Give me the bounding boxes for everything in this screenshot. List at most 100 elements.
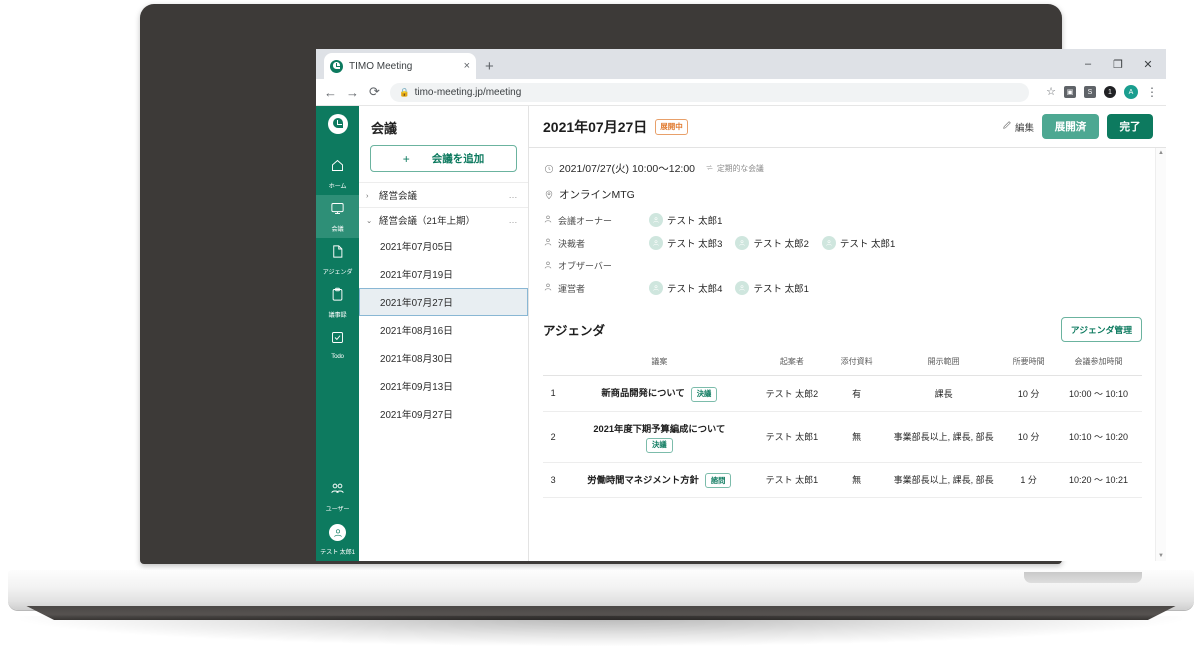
bookmark-star-icon[interactable]: ☆ [1046,86,1056,98]
cell-attachment: 有 [828,375,885,412]
document-icon [330,244,345,264]
nav-rail: ホーム 会議 アジェンダ 議事録 Todo ユーザー テスト 太郎1 [316,106,359,561]
role-row-approvers: 決裁者 テスト 太郎3 テスト 太郎2 テスト 太郎1 [543,236,1142,250]
group-menu-icon[interactable]: … [509,215,519,225]
user-avatar [329,524,346,541]
nav-item-agenda[interactable]: アジェンダ [316,238,359,281]
person-name: テスト 太郎2 [753,239,809,250]
scroll-up-icon[interactable]: ▲ [1158,148,1164,158]
scroll-down-icon[interactable]: ▼ [1158,551,1164,561]
agenda-manage-button[interactable]: アジェンダ管理 [1060,317,1142,342]
list-item-selected[interactable]: 2021年07月27日 [359,288,528,316]
cell-no: 1 [543,375,564,412]
cell-topic: 労働時間マネジメント方針 諮問 [563,462,756,498]
agenda-title: アジェンダ [543,324,606,338]
extension-count-icon[interactable]: 1 [1104,86,1116,98]
close-icon[interactable]: × [464,60,470,72]
cell-time: 10:00 〜 10:10 [1054,375,1142,412]
role-row-owner: 会議オーナー テスト 太郎1 [543,213,1142,227]
nav-label-current-user: テスト 太郎1 [320,549,355,556]
nav-item-current-user[interactable]: テスト 太郎1 [316,518,359,561]
laptop-lid: TIMO Meeting × + – ❐ ✕ ← → ⟳ 🔒 timo-meet… [140,4,1166,564]
col-header-no [543,352,564,376]
add-meeting-label: 会議を追加 [431,153,485,165]
address-bar[interactable]: 🔒 timo-meeting.jp/meeting [390,82,1030,102]
expanded-button[interactable]: 展開済 [1042,114,1099,139]
complete-button[interactable]: 完了 [1107,114,1153,139]
laptop-shadow [20,616,1182,646]
url-text: timo-meeting.jp/meeting [414,86,522,98]
laptop-base [8,570,1194,610]
extension-s-icon[interactable]: S [1084,86,1096,98]
content-inner: 2021/07/27(火) 10:00〜12:00 定期的な会議 オンラインMT… [529,148,1166,498]
person-name: テスト 太郎1 [839,239,896,250]
window-close-icon[interactable]: ✕ [1134,53,1162,75]
agenda-table-body: 1 新商品開発について 決議 テスト 太郎2 有 課長 10 分 10:00 〜… [543,375,1142,498]
content-header: 2021年07月27日 展開中 編集 展開済 完了 [529,106,1166,148]
timo-favicon-icon [330,59,343,73]
browser-tab[interactable]: TIMO Meeting × [324,53,476,79]
col-header-scope: 開示範囲 [884,352,1003,376]
person-chip: テスト 太郎1 [735,281,809,295]
person-name: テスト 太郎1 [667,216,723,227]
person-icon [543,282,553,294]
cell-time: 10:10 〜 10:20 [1054,411,1142,463]
person-name: テスト 太郎1 [753,284,809,295]
minimize-icon[interactable]: – [1074,53,1102,75]
back-icon[interactable]: ← [324,85,337,100]
panel-title: 会議 [371,121,398,136]
table-row[interactable]: 1 新商品開発について 決議 テスト 太郎2 有 課長 10 分 10:00 〜… [543,375,1142,412]
role-row-organizers: 運営者 テスト 太郎4 テスト 太郎1 [543,281,1142,295]
edit-button[interactable]: 編集 [1002,120,1034,134]
app-root: ホーム 会議 アジェンダ 議事録 Todo ユーザー テスト 太郎1 会議 + … [316,106,1166,561]
list-item[interactable]: 2021年07月05日 [359,232,528,260]
role-row-observers: オブザーバー [543,259,1142,272]
topic-text: 労働時間マネジメント方針 [587,474,699,485]
new-tab-button[interactable]: + [485,58,494,75]
chevron-right-icon: › [366,190,369,200]
browser-menu-icon[interactable]: ⋮ [1146,86,1158,98]
main-content: 2021年07月27日 展開中 編集 展開済 完了 2021/07/27(火) … [529,106,1166,561]
recurring-label: 定期的な会議 [717,164,764,173]
role-label: 運営者 [543,282,649,295]
cell-duration: 10 分 [1002,375,1055,412]
toolbar-icons: ☆ ▣ S 1 A ⋮ [1038,85,1158,99]
col-header-time: 会議参加時間 [1054,352,1142,376]
cell-topic: 新商品開発について 決議 [563,375,756,412]
nav-item-todo[interactable]: Todo [316,324,359,365]
cell-owner: テスト 太郎1 [755,411,829,463]
meeting-group-collapsed[interactable]: › 経営会議 … [359,182,528,207]
vertical-scrollbar[interactable]: ▲ ▼ [1155,148,1166,561]
table-row[interactable]: 2 2021年度下期予算編成について 決議 テスト 太郎1 無 事業部長以上, 課… [543,411,1142,463]
table-row[interactable]: 3 労働時間マネジメント方針 諮問 テスト 太郎1 無 事業部長以上, 課長, 部… [543,462,1142,498]
cell-scope: 課長 [884,375,1003,412]
extension-icon[interactable]: ▣ [1064,86,1076,98]
person-name: テスト 太郎4 [667,284,723,295]
role-people: テスト 太郎1 [649,213,722,227]
group-menu-icon[interactable]: … [509,190,519,200]
nav-item-home[interactable]: ホーム [316,152,359,195]
nav-item-users[interactable]: ユーザー [316,475,359,518]
agenda-table: 議案 起案者 添付資料 開示範囲 所要時間 会議参加時間 1 新商品開発について… [543,352,1142,498]
list-item[interactable]: 2021年09月27日 [359,400,528,428]
profile-avatar[interactable]: A [1124,85,1138,99]
nav-label-meeting: 会議 [331,226,344,233]
recurring-indicator: 定期的な会議 [705,163,764,175]
screen: TIMO Meeting × + – ❐ ✕ ← → ⟳ 🔒 timo-meet… [316,49,1166,561]
maximize-icon[interactable]: ❐ [1104,53,1132,75]
forward-icon[interactable]: → [346,85,359,100]
meeting-group-expanded[interactable]: ⌄ 経営会議（21年上期） … [359,207,528,232]
nav-label-home: ホーム [328,183,347,190]
plus-icon: + [402,151,410,166]
list-item[interactable]: 2021年08月16日 [359,316,528,344]
role-label-text: 決裁者 [558,238,586,249]
pencil-icon [1002,120,1012,133]
nav-item-meeting[interactable]: 会議 [316,195,359,238]
add-meeting-button[interactable]: + 会議を追加 [370,145,517,172]
list-item[interactable]: 2021年08月30日 [359,344,528,372]
list-item[interactable]: 2021年09月13日 [359,372,528,400]
list-item[interactable]: 2021年07月19日 [359,260,528,288]
col-header-duration: 所要時間 [1002,352,1055,376]
nav-item-minutes[interactable]: 議事録 [316,281,359,324]
reload-icon[interactable]: ⟳ [368,84,381,100]
